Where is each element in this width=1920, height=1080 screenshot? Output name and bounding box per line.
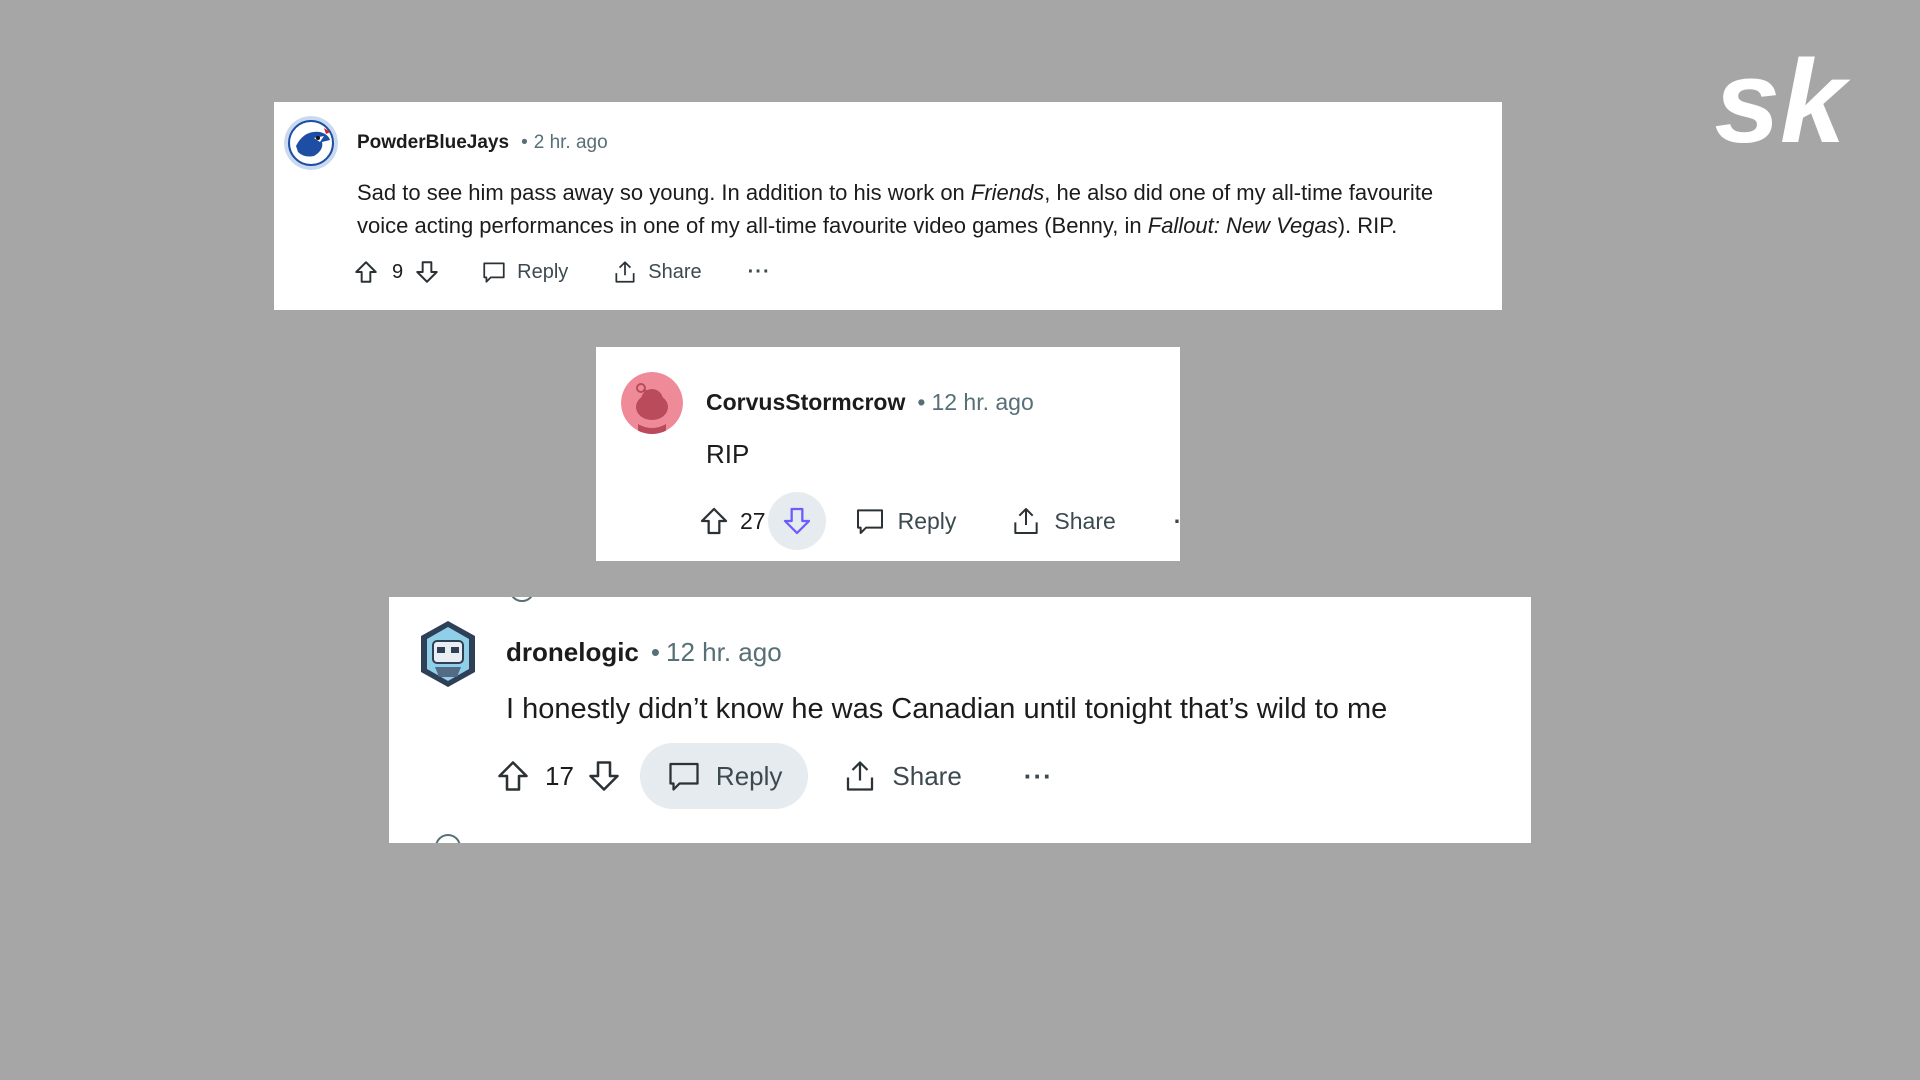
vote-count: 27 — [740, 507, 766, 534]
reply-label: Reply — [715, 760, 783, 791]
reply-button[interactable]: Reply — [473, 255, 576, 289]
comment-card: CorvusStormcrow • 12 hr. ago RIP 27 Repl… — [596, 347, 1180, 561]
share-label: Share — [892, 760, 962, 791]
more-options-button[interactable]: ··· — [1024, 761, 1053, 792]
thread-line-fragment — [435, 834, 461, 843]
comment-card: PowderBlueJays • 2 hr. ago Sad to see hi… — [274, 102, 1502, 310]
comment-body-text: I honestly didn’t know he was Canadian u… — [506, 693, 1388, 725]
robot-avatar-icon[interactable] — [417, 619, 479, 689]
comment-action-bar: 17 Reply Share ··· — [489, 743, 1053, 809]
reply-label: Reply — [517, 260, 569, 283]
comment-timestamp[interactable]: 12 hr. ago — [666, 637, 782, 668]
share-button[interactable]: Share — [1004, 501, 1121, 541]
comment-author[interactable]: CorvusStormcrow — [706, 389, 905, 416]
comment-author[interactable]: dronelogic — [506, 637, 639, 668]
share-button[interactable]: Share — [836, 754, 967, 798]
share-button[interactable]: Share — [604, 255, 709, 289]
comment-timestamp[interactable]: 12 hr. ago — [931, 389, 1033, 416]
reply-button[interactable]: Reply — [639, 743, 809, 809]
thread-line-fragment — [511, 597, 533, 602]
snoo-avatar-icon[interactable] — [621, 372, 683, 434]
vote-count: 17 — [545, 760, 574, 791]
share-label: Share — [1054, 507, 1116, 534]
vote-count: 9 — [392, 260, 404, 283]
comment-header: dronelogic • 12 hr. ago — [506, 637, 782, 668]
upvote-button[interactable] — [489, 752, 537, 800]
upvote-arrow-icon — [355, 261, 377, 283]
meta-separator: • — [650, 637, 661, 667]
comment-body-italic: Fallout: New Vegas — [1147, 213, 1338, 238]
comment-header: PowderBlueJays • 2 hr. ago — [357, 132, 608, 154]
share-icon — [847, 761, 874, 791]
downvote-button[interactable] — [767, 492, 826, 550]
comment-body: Sad to see him pass away so young. In ad… — [357, 176, 1477, 242]
meta-separator: • — [917, 389, 926, 415]
reply-label: Reply — [897, 507, 957, 534]
logo-text: sk — [1714, 50, 1851, 160]
upvote-button[interactable] — [348, 254, 384, 290]
downvote-button[interactable] — [409, 254, 445, 290]
comment-action-bar: 9 Reply Share ··· — [348, 254, 771, 290]
comment-card: dronelogic • 12 hr. ago I honestly didn’… — [389, 597, 1531, 843]
share-icon — [615, 261, 635, 283]
comment-bubble-icon — [856, 509, 883, 534]
blue-jays-avatar-icon[interactable] — [284, 116, 338, 170]
more-options-button[interactable]: ··· — [1174, 508, 1180, 535]
comment-body-italic: Friends — [970, 180, 1045, 205]
comment-body-text: ). RIP. — [1337, 213, 1398, 238]
downvote-arrow-icon — [783, 507, 810, 535]
share-icon — [1014, 508, 1039, 534]
comment-header: CorvusStormcrow • 12 hr. ago — [706, 389, 1034, 416]
comment-body: RIP — [706, 439, 749, 470]
downvote-button[interactable] — [580, 752, 628, 800]
comment-bubble-icon — [483, 262, 505, 283]
comment-body-text: Sad to see him pass away so young. In ad… — [357, 180, 971, 205]
more-options-button[interactable]: ··· — [748, 261, 771, 284]
comment-action-bar: 27 Reply Share ··· — [692, 492, 1180, 550]
downvote-arrow-icon — [589, 761, 619, 791]
reply-button[interactable]: Reply — [848, 501, 963, 541]
upvote-arrow-icon — [700, 507, 728, 535]
upvote-arrow-icon — [498, 761, 528, 791]
comment-body-text: RIP — [706, 439, 750, 469]
upvote-button[interactable] — [692, 499, 736, 543]
comment-body: I honestly didn’t know he was Canadian u… — [506, 693, 1387, 726]
sportskeeda-logo-icon: sk — [1714, 50, 1851, 160]
meta-separator: • — [521, 132, 528, 153]
comment-timestamp[interactable]: 2 hr. ago — [534, 132, 608, 154]
downvote-arrow-icon — [416, 261, 438, 283]
share-label: Share — [648, 260, 702, 283]
comment-bubble-icon — [669, 762, 699, 791]
comment-author[interactable]: PowderBlueJays — [357, 132, 509, 154]
